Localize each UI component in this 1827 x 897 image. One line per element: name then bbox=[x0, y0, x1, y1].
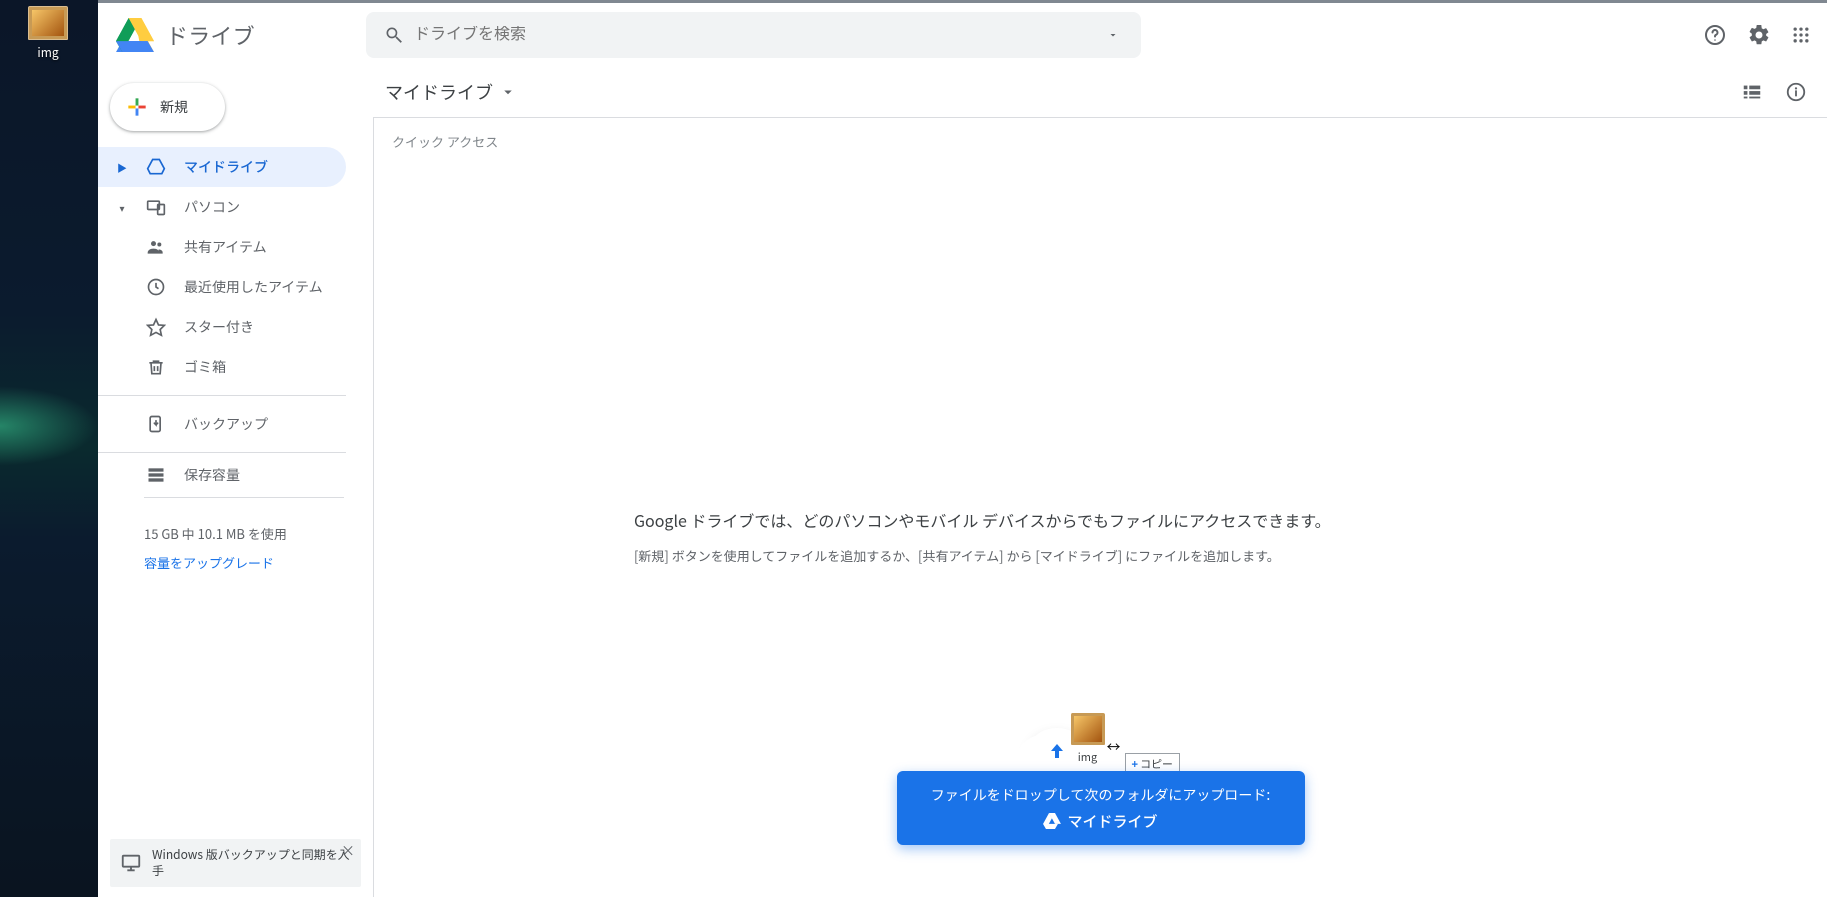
sidebar-item-label: マイドライブ bbox=[184, 157, 268, 177]
drag-preview: img ↔ +コピー bbox=[1071, 713, 1105, 765]
quick-access-heading: クイック アクセス bbox=[392, 132, 1809, 151]
sync-banner-text: Windows 版バックアップと同期を入手 bbox=[152, 847, 351, 878]
sidebar-item-storage[interactable]: 保存容量 bbox=[98, 461, 373, 489]
sidebar-item-trash[interactable]: ゴミ箱 bbox=[98, 347, 346, 387]
drop-banner-line2: マイドライブ bbox=[1067, 811, 1157, 832]
details-icon[interactable] bbox=[1785, 81, 1807, 103]
settings-icon[interactable] bbox=[1747, 23, 1771, 47]
apps-grid-icon[interactable] bbox=[1791, 25, 1811, 45]
drop-banner-line1: ファイルをドロップして次のフォルダにアップロード: bbox=[931, 785, 1270, 805]
location-toolbar: マイドライブ bbox=[373, 67, 1827, 117]
plus-icon bbox=[124, 94, 150, 120]
devices-icon bbox=[146, 197, 166, 217]
search-icon bbox=[374, 25, 414, 45]
desktop-folder-img[interactable]: img bbox=[22, 6, 74, 61]
people-icon bbox=[146, 237, 166, 257]
search-options-icon[interactable] bbox=[1093, 29, 1133, 41]
empty-state-subtitle: [新規] ボタンを使用してファイルを追加するか、[共有アイテム] から [マイド… bbox=[634, 546, 1787, 566]
sidebar-item-label: スター付き bbox=[184, 317, 254, 337]
list-view-icon[interactable] bbox=[1741, 81, 1763, 103]
storage-usage-text: 15 GB 中 10.1 MB を使用 bbox=[144, 524, 344, 543]
sidebar-item-my-drive[interactable]: ▶ マイドライブ bbox=[98, 147, 346, 187]
sidebar-item-label: パソコン bbox=[184, 197, 240, 217]
divider bbox=[98, 395, 346, 396]
desktop-icon-label: img bbox=[22, 44, 74, 61]
header-actions bbox=[1703, 23, 1811, 47]
sidebar-item-shared[interactable]: 共有アイテム bbox=[98, 227, 346, 267]
drop-upload-banner: ファイルをドロップして次のフォルダにアップロード: マイドライブ bbox=[897, 771, 1305, 845]
sidebar: 新規 ▶ マイドライブ ▾ パソコン bbox=[98, 67, 373, 897]
caret-right-icon: ▶ bbox=[116, 160, 128, 175]
drive-logo-icon bbox=[116, 18, 154, 52]
folder-icon bbox=[28, 6, 68, 40]
drag-folder-label: img bbox=[1071, 749, 1105, 765]
divider bbox=[98, 452, 346, 453]
brand-label: ドライブ bbox=[166, 19, 255, 51]
sidebar-item-backups[interactable]: バックアップ bbox=[98, 404, 346, 444]
content-area[interactable]: クイック アクセス Google ドライブでは、どのパソコンやモバイル デバイス… bbox=[373, 117, 1827, 897]
google-drive-app: ドライブ bbox=[98, 0, 1827, 897]
storage-upgrade-link[interactable]: 容量をアップグレード bbox=[144, 553, 344, 572]
storage-label: 保存容量 bbox=[184, 465, 240, 485]
breadcrumb[interactable]: マイドライブ bbox=[385, 79, 517, 105]
main-area: マイドライブ クイック アクセス bbox=[373, 67, 1827, 897]
sidebar-item-label: ゴミ箱 bbox=[184, 357, 226, 377]
sidebar-item-recent[interactable]: 最近使用したアイテム bbox=[98, 267, 346, 307]
monitor-icon bbox=[120, 852, 142, 874]
search-bar[interactable] bbox=[366, 12, 1141, 58]
desktop-background: img bbox=[0, 0, 98, 897]
empty-state-title: Google ドライブでは、どのパソコンやモバイル デバイスからでもファイルにア… bbox=[634, 508, 1787, 532]
move-cursor-icon: ↔ bbox=[1107, 737, 1121, 757]
sidebar-item-computers[interactable]: ▾ パソコン bbox=[98, 187, 346, 227]
empty-state: Google ドライブでは、どのパソコンやモバイル デバイスからでもファイルにア… bbox=[634, 508, 1787, 566]
sidebar-item-label: 最近使用したアイテム bbox=[184, 277, 323, 297]
folder-icon bbox=[1071, 713, 1105, 745]
star-icon bbox=[146, 317, 166, 337]
drive-icon bbox=[1043, 813, 1061, 829]
sidebar-item-label: 共有アイテム bbox=[184, 237, 267, 257]
help-icon[interactable] bbox=[1703, 23, 1727, 47]
caret-down-icon: ▾ bbox=[116, 200, 128, 215]
breadcrumb-label: マイドライブ bbox=[385, 79, 493, 105]
backup-sync-banner[interactable]: Windows 版バックアップと同期を入手 × bbox=[110, 839, 361, 887]
storage-icon bbox=[146, 465, 166, 485]
copy-tooltip-label: コピー bbox=[1140, 756, 1173, 772]
search-input[interactable] bbox=[414, 26, 1093, 44]
app-header: ドライブ bbox=[98, 3, 1827, 67]
new-button-label: 新規 bbox=[160, 97, 188, 117]
clock-icon bbox=[146, 277, 166, 297]
trash-icon bbox=[146, 357, 166, 377]
backup-icon bbox=[146, 414, 166, 434]
chevron-down-icon bbox=[499, 83, 517, 101]
new-button[interactable]: 新規 bbox=[110, 83, 225, 131]
brand[interactable]: ドライブ bbox=[110, 18, 358, 52]
close-icon[interactable]: × bbox=[341, 841, 355, 861]
sidebar-item-starred[interactable]: スター付き bbox=[98, 307, 346, 347]
drive-icon bbox=[146, 157, 166, 177]
sidebar-item-label: バックアップ bbox=[184, 414, 268, 434]
